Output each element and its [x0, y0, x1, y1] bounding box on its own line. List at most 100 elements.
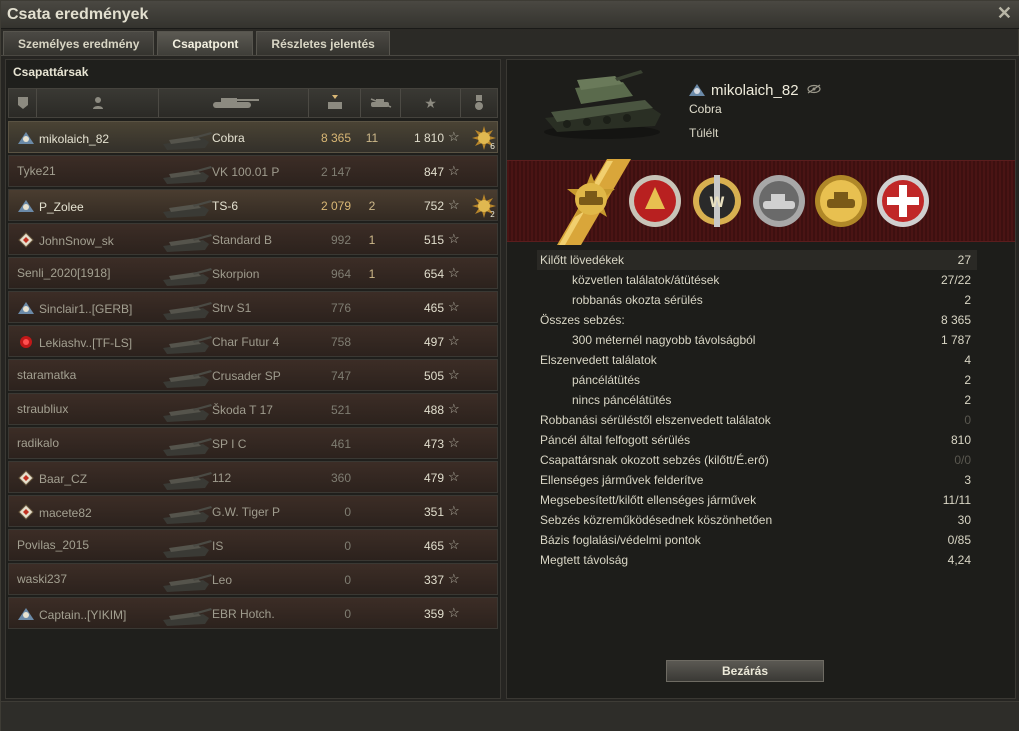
medal-count: 2 — [490, 210, 495, 219]
stat-row: Megsebesített/kilőtt ellenséges járművek… — [537, 490, 977, 510]
tank-thumbnail — [163, 506, 212, 524]
stat-label: páncélátütés — [572, 373, 641, 387]
high-caliber-medal-icon[interactable] — [623, 169, 687, 233]
tank-name: Crusader SP — [212, 369, 281, 383]
stat-label: 300 méternél nagyobb távolságból — [572, 333, 756, 347]
shield-icon — [17, 97, 28, 109]
stat-row: Kilőtt lövedékek 27 — [537, 250, 977, 270]
stat-row: 300 méternél nagyobb távolságból 1 787 — [537, 330, 977, 350]
table-row[interactable]: Senli_2020[1918] Skorpion 964 1 654 ☆ — [8, 257, 498, 289]
tank-name: Char Futur 4 — [212, 335, 280, 349]
damage-column-header[interactable] — [309, 89, 361, 117]
stat-value: 3 — [964, 473, 971, 487]
tab-detailed-report[interactable]: Részletes jelentés — [256, 31, 390, 55]
xp-value: 752 — [423, 199, 444, 213]
master-class-badge-icon[interactable] — [809, 169, 873, 233]
stat-row: Ellenséges járművek felderítve 3 — [537, 470, 977, 490]
stat-value: 0/0 — [954, 453, 971, 467]
stat-label: Sebzés közreműködésednek köszönhetően — [540, 513, 773, 527]
stat-value: 27/22 — [940, 273, 971, 287]
tank-name: IS — [212, 539, 224, 553]
star-icon: ☆ — [448, 537, 460, 552]
player-name: staramatka — [17, 368, 76, 382]
stat-value: 1 787 — [940, 333, 971, 347]
table-row[interactable]: straubliux Škoda T 17 521 488 ☆ — [8, 393, 498, 425]
stat-row: robbanás okozta sérülés 2 — [537, 290, 977, 310]
achievements-ribbon: W — [507, 159, 1015, 245]
kills-column-header[interactable] — [361, 89, 401, 117]
detail-panel: mikolaich_82 Cobra Túlélt W Kilőtt löved… — [506, 59, 1016, 699]
tank-image — [544, 70, 661, 139]
table-row[interactable]: Lekiashv..[TF-LS] Char Futur 4 758 497 ☆ — [8, 325, 498, 357]
table-row[interactable]: Povilas_2015 IS 0 465 ☆ — [8, 529, 498, 561]
stat-value: 27 — [957, 253, 971, 267]
top-gun-medal-icon[interactable]: W — [685, 169, 749, 233]
diamond-icon — [18, 470, 34, 486]
damage-value: 964 — [330, 267, 351, 281]
player-column-header[interactable] — [37, 89, 159, 117]
close-button[interactable]: Bezárás — [666, 660, 824, 682]
player-label: Tyke21 — [17, 164, 56, 178]
damage-icon — [327, 95, 342, 109]
xp-column-header[interactable]: ★ — [401, 89, 461, 117]
tank-name: Leo — [212, 573, 233, 587]
star-icon: ☆ — [448, 469, 460, 484]
kills-value: 2 — [368, 199, 376, 213]
table-row[interactable]: radikalo SP I C 461 473 ☆ — [8, 427, 498, 459]
tank-thumbnail — [163, 574, 212, 592]
stat-label: Megsebesített/kilőtt ellenséges járművek — [540, 493, 757, 507]
star-icon: ☆ — [448, 265, 460, 280]
hidden-eye-icon[interactable] — [807, 84, 821, 94]
table-row[interactable]: staramatka Crusader SP 747 505 ☆ — [8, 359, 498, 391]
stat-value: 4 — [964, 353, 971, 367]
team-panel: Csapattársak ★ mikolaich_82 Cobra 8 365 … — [5, 59, 501, 699]
medal-icon[interactable]: 2 — [471, 193, 497, 219]
xp-value: 465 — [423, 301, 444, 315]
xp-value: 351 — [423, 505, 444, 519]
tab-personal-results[interactable]: Személyes eredmény — [3, 31, 155, 55]
tank-expert-medal-icon[interactable] — [747, 169, 811, 233]
tank-thumbnail — [163, 540, 212, 558]
table-row[interactable]: mikolaich_82 Cobra 8 365 11 1 810 ☆ 6 — [8, 121, 498, 153]
damage-value: 0 — [344, 539, 351, 553]
tank-thumbnail — [163, 472, 212, 490]
diamond-icon — [18, 504, 34, 520]
medal-icon[interactable]: 6 — [471, 125, 497, 151]
player-name: mikolaich_82 — [17, 130, 109, 146]
star-icon: ☆ — [448, 605, 460, 620]
tank-name: G.W. Tiger P — [212, 505, 281, 519]
table-row[interactable]: P_Zolee TS-6 2 079 2 752 ☆ 2 — [8, 189, 498, 221]
player-label: P_Zolee — [39, 200, 84, 214]
tank-thumbnail — [163, 608, 212, 626]
xp-value: 847 — [423, 165, 444, 179]
clan-icon — [18, 608, 34, 620]
table-row[interactable]: waski237 Leo 0 337 ☆ — [8, 563, 498, 595]
xp-value: 473 — [423, 437, 444, 451]
stat-row: Megtett távolság 4,24 — [537, 550, 977, 570]
table-row[interactable]: JohnSnow_sk Standard B 992 1 515 ☆ — [8, 223, 498, 255]
tab-bar: Személyes eredmény Csapatpont Részletes … — [3, 31, 390, 55]
title-bar: Csata eredmények ✕ — [1, 1, 1019, 29]
player-label: Lekiashv..[TF-LS] — [39, 336, 133, 350]
medal-column-header[interactable] — [461, 89, 497, 117]
close-icon[interactable]: ✕ — [997, 3, 1012, 24]
damage-value: 776 — [330, 301, 351, 315]
tank-column-header[interactable] — [159, 89, 309, 117]
ace-tanker-badge-icon[interactable] — [559, 169, 623, 233]
table-row[interactable]: Tyke21 VK 100.01 P 2 147 847 ☆ — [8, 155, 498, 187]
table-row[interactable]: Sinclair1..[GERB] Strv S1 776 465 ☆ — [8, 291, 498, 323]
player-name: Povilas_2015 — [17, 538, 89, 552]
star-icon: ☆ — [448, 197, 460, 212]
table-row[interactable]: macete82 G.W. Tiger P 0 351 ☆ — [8, 495, 498, 527]
stat-value: 8 365 — [940, 313, 971, 327]
damage-value: 360 — [330, 471, 351, 485]
table-row[interactable]: Captain..[YIKIM] EBR Hotch. 0 359 ☆ — [8, 597, 498, 629]
tank-thumbnail — [163, 438, 212, 456]
table-row[interactable]: Baar_CZ 112 360 479 ☆ — [8, 461, 498, 493]
tab-team-score[interactable]: Csapatpont — [157, 31, 254, 55]
squad-column-header[interactable] — [9, 89, 37, 117]
tank-thumbnail — [163, 200, 212, 218]
defender-medal-icon[interactable] — [871, 169, 935, 233]
tank-name: Standard B — [212, 233, 273, 247]
star-icon: ☆ — [448, 163, 460, 178]
